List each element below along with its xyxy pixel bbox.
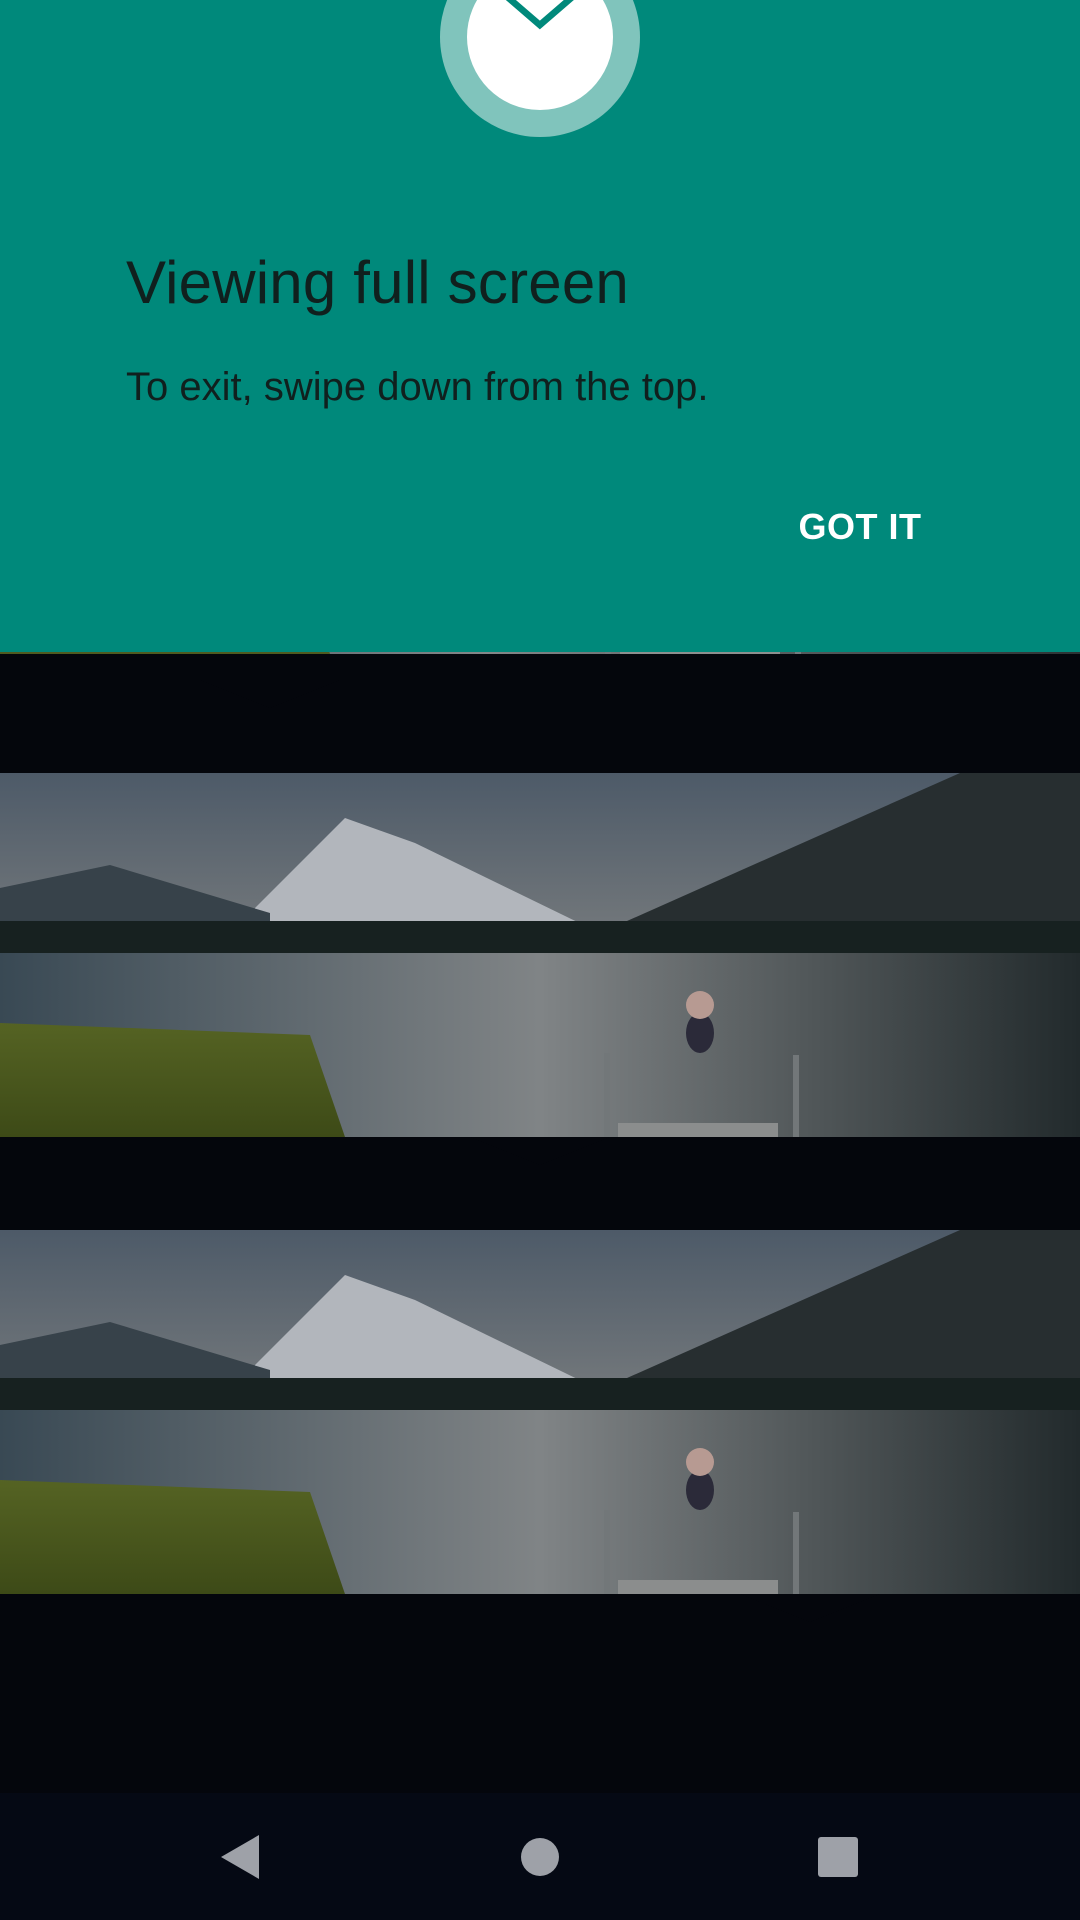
back-button[interactable] [150, 1793, 330, 1920]
recents-square-icon [818, 1836, 858, 1877]
panorama-photo[interactable] [0, 773, 1080, 1137]
home-circle-icon [521, 1837, 559, 1876]
home-button[interactable] [450, 1793, 630, 1920]
navigation-bar [0, 1793, 1080, 1920]
lake-mountain-image [0, 1230, 1080, 1594]
chevron-badge [440, 0, 640, 137]
panorama-photo[interactable] [0, 1230, 1080, 1594]
immersive-mode-prompt: Viewing full screen To exit, swipe down … [0, 0, 1080, 652]
prompt-message: To exit, swipe down from the top. [126, 365, 709, 409]
carousel-notch [200, 680, 340, 708]
screen: Viewing full screen To exit, swipe down … [0, 0, 1080, 1920]
prompt-title: Viewing full screen [126, 249, 629, 316]
back-triangle-icon [221, 1834, 259, 1879]
recents-button[interactable] [748, 1793, 928, 1920]
lake-mountain-image [0, 773, 1080, 1137]
got-it-button[interactable]: GOT IT [780, 490, 940, 564]
carousel-notch [470, 1137, 610, 1165]
chevron-down-icon [505, 0, 574, 30]
carousel-notch [740, 1594, 880, 1622]
